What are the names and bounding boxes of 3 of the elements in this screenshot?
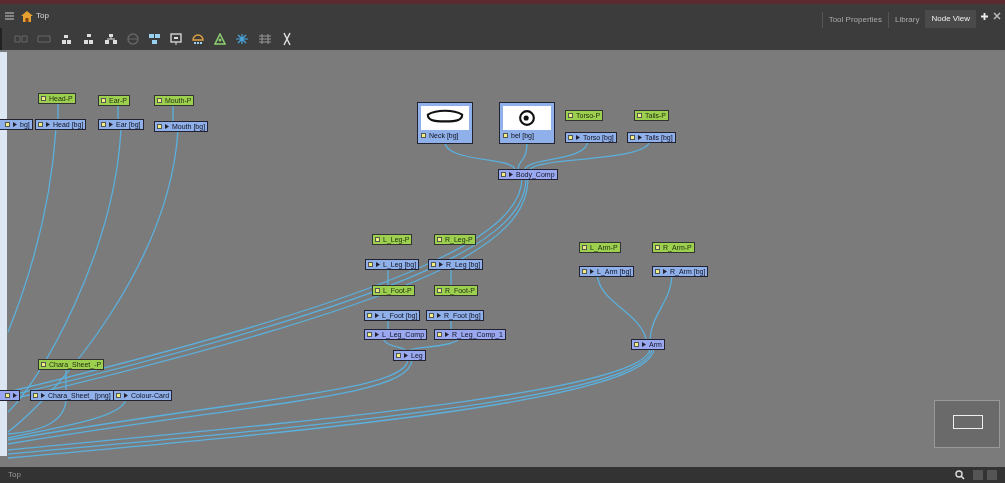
tab[interactable]: Node View (925, 10, 976, 28)
status-text: Top (8, 469, 21, 481)
breadcrumb[interactable]: Top (36, 10, 49, 22)
